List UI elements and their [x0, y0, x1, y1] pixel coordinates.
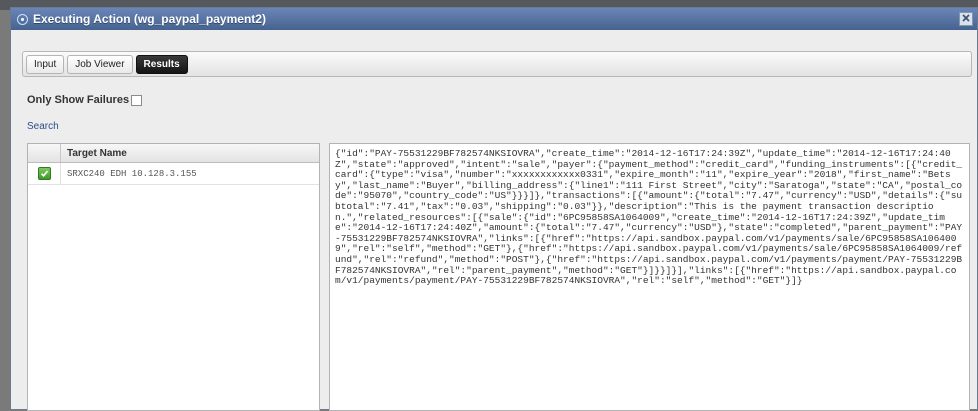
gear-icon: [17, 13, 28, 25]
table-row[interactable]: SRXC240 EDH 10.128.3.155: [28, 162, 319, 185]
only-show-failures-filter: Only Show Failures: [27, 94, 143, 106]
dialog-titlebar[interactable]: Executing Action (wg_paypal_payment2): [11, 8, 977, 30]
tab-input[interactable]: Input: [26, 54, 65, 74]
tab-results[interactable]: Results: [135, 54, 188, 74]
dialog-title: Executing Action (wg_paypal_payment2): [33, 12, 266, 26]
tab-bar: Input Job Viewer Results: [22, 51, 972, 77]
only-show-failures-label: Only Show Failures: [27, 94, 130, 106]
close-button[interactable]: [959, 12, 973, 26]
target-name-column-header[interactable]: Target Name: [61, 144, 319, 162]
close-icon: [962, 13, 970, 25]
status-column-header: [28, 144, 61, 162]
checkmark-icon: [37, 167, 51, 180]
executing-action-dialog: Executing Action (wg_paypal_payment2) In…: [10, 7, 978, 411]
only-show-failures-checkbox[interactable]: [131, 94, 143, 106]
results-table: Target Name SRXC240 EDH 10.128.3.155: [27, 143, 320, 411]
search-link[interactable]: Search: [27, 121, 59, 132]
result-json-text: {"id":"PAY-75531229BF782574NKSIOVRA","cr…: [335, 148, 963, 287]
table-header: Target Name: [28, 144, 319, 163]
tab-job-viewer[interactable]: Job Viewer: [67, 54, 133, 74]
result-output-panel[interactable]: {"id":"PAY-75531229BF782574NKSIOVRA","cr…: [329, 143, 970, 411]
target-name-cell: SRXC240 EDH 10.128.3.155: [67, 168, 197, 179]
row-status-cell: [28, 162, 61, 185]
